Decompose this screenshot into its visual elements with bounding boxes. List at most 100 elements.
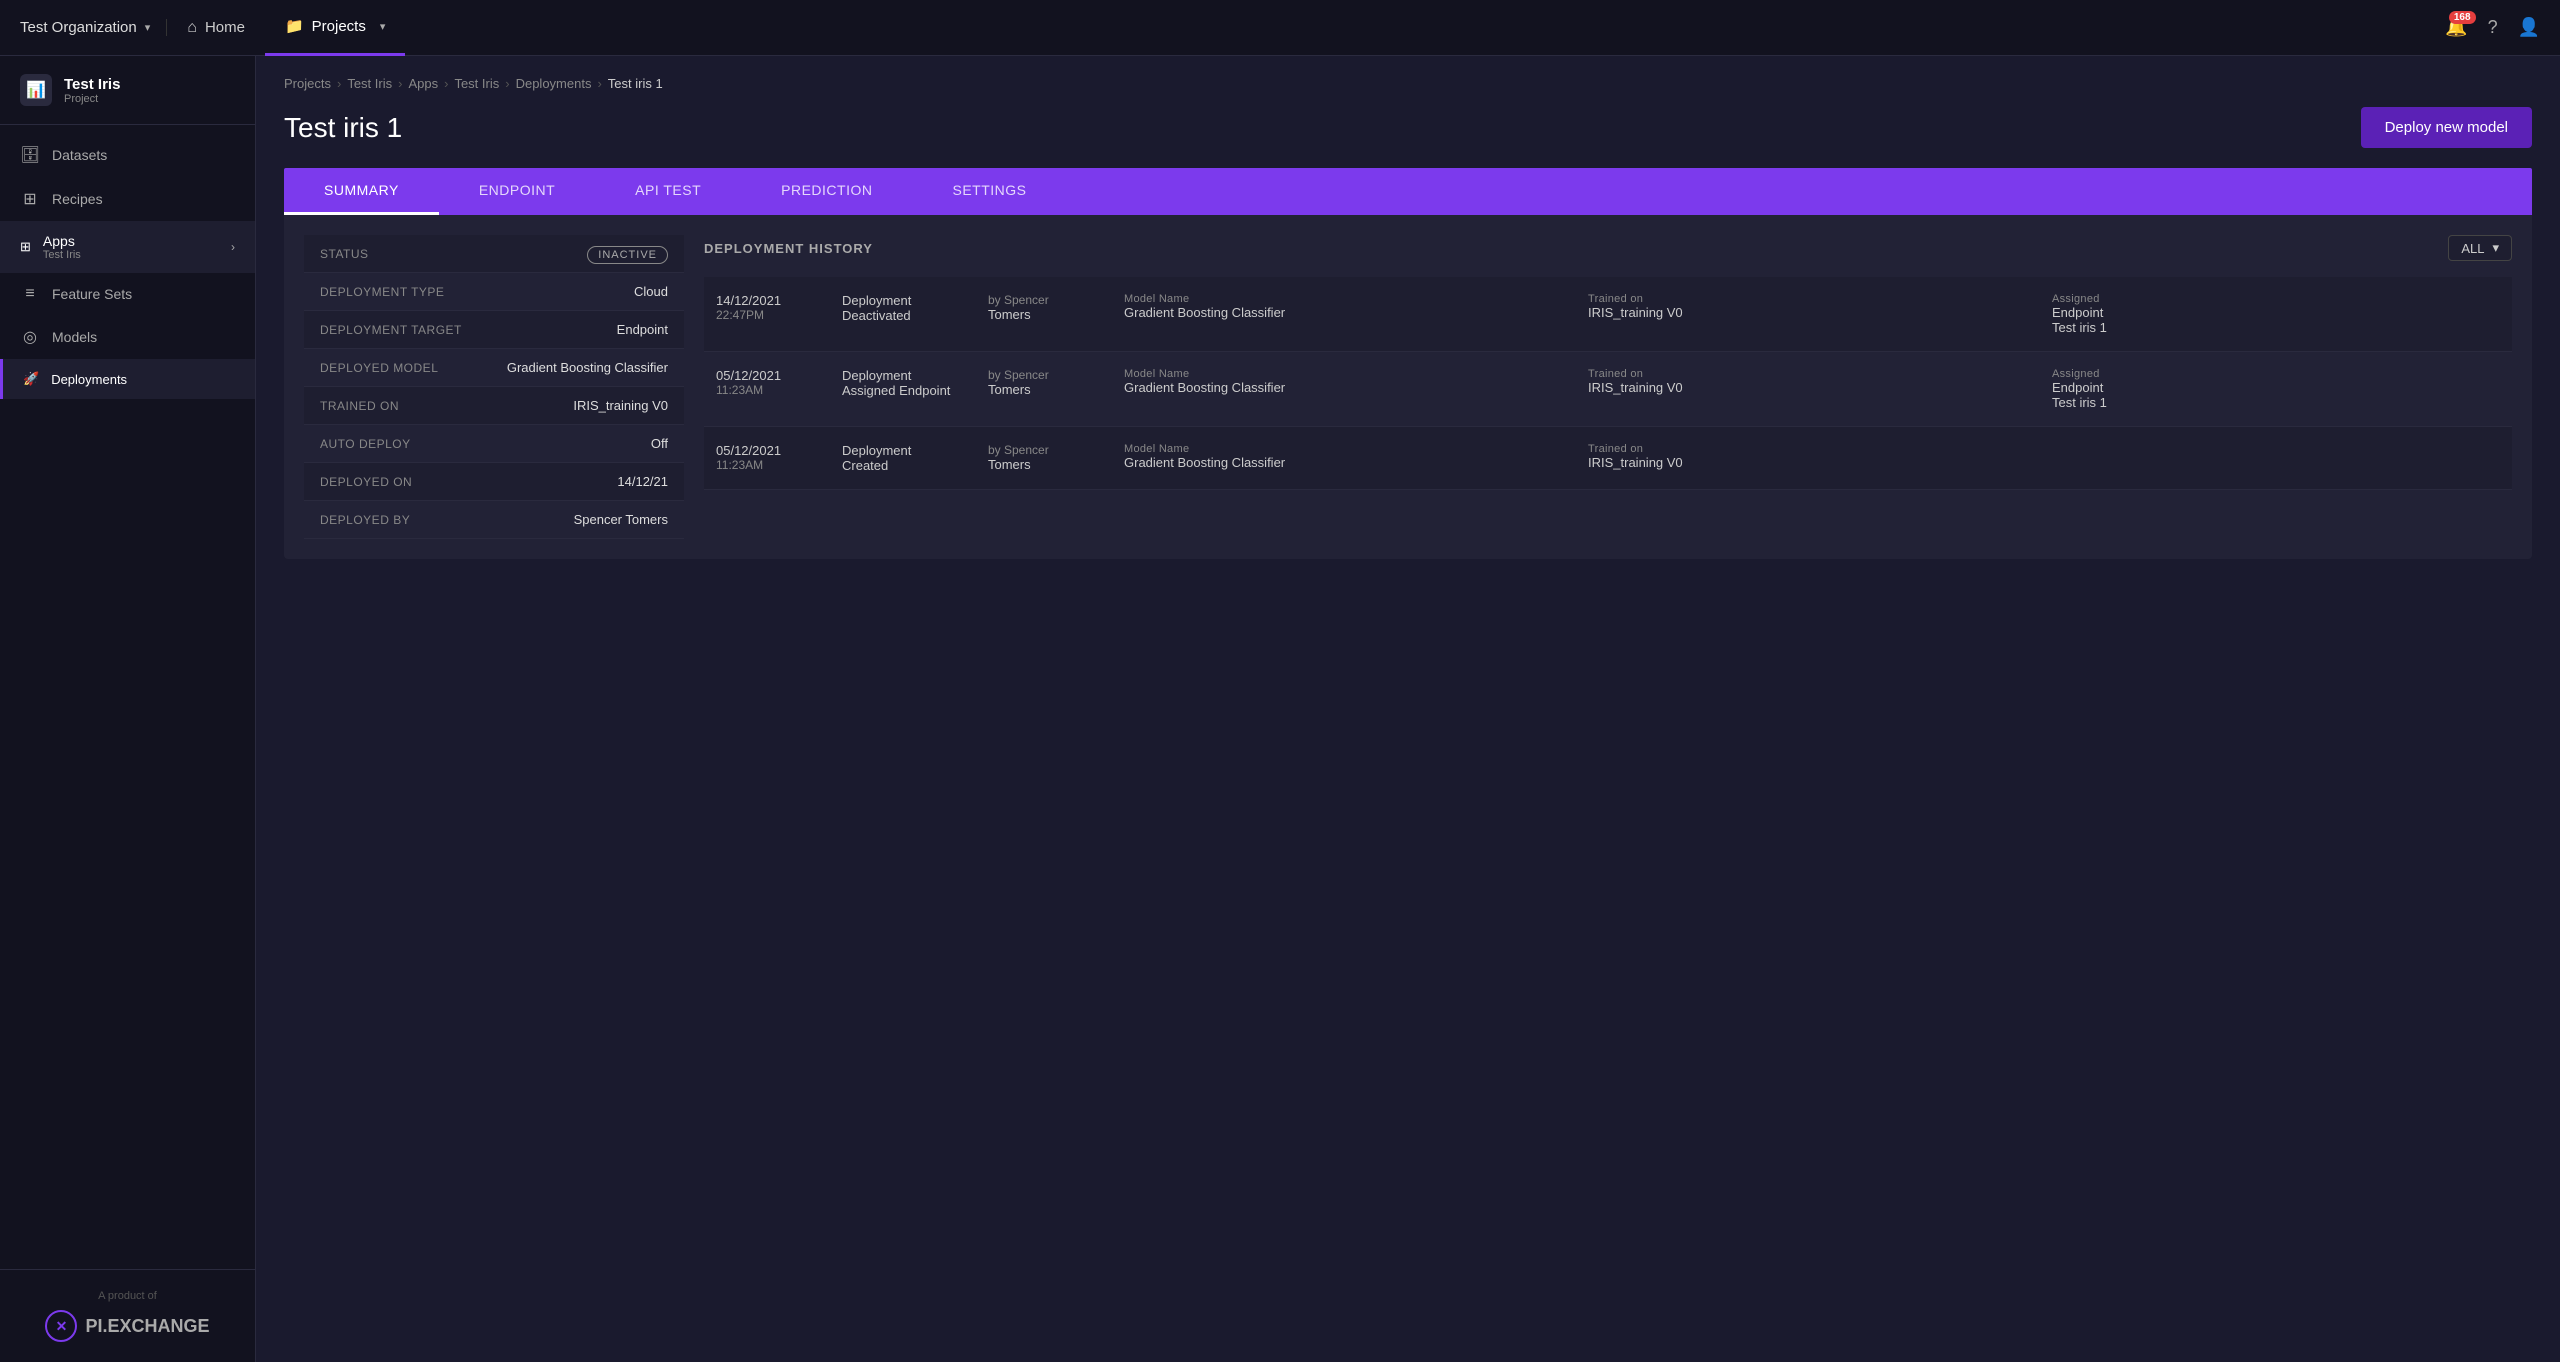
- deploy-new-model-button[interactable]: Deploy new model: [2361, 107, 2532, 148]
- sidebar-item-datasets[interactable]: 🗄 Datasets: [0, 133, 255, 177]
- project-icon: 📊: [20, 74, 52, 106]
- summary-panel: STATUS INACTIVE DEPLOYMENT TYPE Cloud DE…: [304, 235, 684, 539]
- breadcrumb-testiris2[interactable]: Test Iris: [454, 76, 499, 91]
- org-selector[interactable]: Test Organization ▾: [20, 19, 167, 36]
- history-panel: DEPLOYMENT HISTORY ALL ▾ 14/12/2021 22:4…: [704, 235, 2512, 539]
- sidebar-item-featuresets[interactable]: ≡ Feature Sets: [0, 273, 255, 315]
- history-action-text: Deployment: [842, 293, 972, 308]
- history-trained-label: Trained on: [1588, 443, 2036, 455]
- history-trained-value: IRIS_training V0: [1588, 305, 2036, 320]
- sidebar-item-models[interactable]: ◎ Models: [0, 315, 255, 359]
- history-datetime: 05/12/2021 11:23AM: [716, 443, 826, 472]
- breadcrumb-current: Test iris 1: [608, 76, 663, 91]
- summary-label: DEPLOYED ON: [320, 475, 480, 489]
- summary-value: INACTIVE: [480, 246, 668, 261]
- sidebar-nav: 🗄 Datasets ⊞ Recipes ⊞ Apps Test Iris › …: [0, 125, 255, 1269]
- breadcrumb-apps[interactable]: Apps: [408, 76, 438, 91]
- history-trained-value: IRIS_training V0: [1588, 455, 2036, 470]
- history-action-detail: Assigned Endpoint: [842, 383, 972, 398]
- breadcrumb-projects[interactable]: Projects: [284, 76, 331, 91]
- user-button[interactable]: 👤: [2518, 17, 2540, 38]
- notifications-button[interactable]: 🔔 168: [2445, 17, 2467, 38]
- summary-row: TRAINED ON IRIS_training V0: [304, 387, 684, 425]
- sidebar: 📊 Test Iris Project 🗄 Datasets ⊞ Recipes…: [0, 56, 256, 1362]
- history-assigned-label: Assigned: [2052, 368, 2500, 380]
- projects-label: Projects: [312, 18, 366, 35]
- page-title: Test iris 1: [284, 112, 402, 144]
- sidebar-item-deployments[interactable]: 🚀 Deployments: [0, 359, 255, 399]
- history-row: 05/12/2021 11:23AM Deployment Assigned E…: [704, 352, 2512, 427]
- apps-label: Apps: [43, 233, 81, 249]
- history-by-text: by Spencer: [988, 443, 1108, 457]
- summary-row: DEPLOYED BY Spencer Tomers: [304, 501, 684, 539]
- breadcrumb-testiris[interactable]: Test Iris: [347, 76, 392, 91]
- history-by-text: by Spencer: [988, 293, 1108, 307]
- history-time: 11:23AM: [716, 458, 826, 472]
- history-model: Model Name Gradient Boosting Classifier: [1124, 443, 1572, 470]
- summary-value: Spencer Tomers: [480, 512, 668, 527]
- history-assigned-label: Assigned: [2052, 293, 2500, 305]
- summary-value: IRIS_training V0: [480, 398, 668, 413]
- history-assigned-value2: Test iris 1: [2052, 320, 2500, 335]
- history-model-value: Gradient Boosting Classifier: [1124, 380, 1572, 395]
- history-by-name: Tomers: [988, 382, 1108, 397]
- history-title: DEPLOYMENT HISTORY: [704, 241, 873, 256]
- history-trained: Trained on IRIS_training V0: [1588, 443, 2036, 470]
- tabs: SUMMARY ENDPOINT API TEST PREDICTION SET…: [284, 168, 2532, 215]
- folder-icon: 📁: [285, 17, 304, 35]
- history-date: 05/12/2021: [716, 368, 826, 383]
- models-icon: ◎: [20, 327, 40, 347]
- projects-chevron-icon: ▾: [380, 20, 386, 33]
- tab-summary[interactable]: SUMMARY: [284, 168, 439, 215]
- summary-row: DEPLOYMENT TYPE Cloud: [304, 273, 684, 311]
- deployments-label: Deployments: [51, 372, 127, 387]
- history-by: by Spencer Tomers: [988, 368, 1108, 397]
- projects-nav-item[interactable]: 📁 Projects ▾: [265, 0, 405, 56]
- history-filter[interactable]: ALL ▾: [2448, 235, 2512, 261]
- history-list: 14/12/2021 22:47PM Deployment Deactivate…: [704, 277, 2512, 490]
- summary-rows: STATUS INACTIVE DEPLOYMENT TYPE Cloud DE…: [304, 235, 684, 539]
- history-model-label: Model Name: [1124, 293, 1572, 305]
- status-badge: INACTIVE: [587, 246, 668, 264]
- tab-prediction[interactable]: PREDICTION: [741, 168, 912, 215]
- tab-endpoint[interactable]: ENDPOINT: [439, 168, 595, 215]
- summary-row: DEPLOYED ON 14/12/21: [304, 463, 684, 501]
- history-by-name: Tomers: [988, 457, 1108, 472]
- history-model-label: Model Name: [1124, 368, 1572, 380]
- help-button[interactable]: ?: [2488, 17, 2498, 38]
- models-label: Models: [52, 329, 97, 345]
- recipes-icon: ⊞: [20, 189, 40, 209]
- featuresets-label: Feature Sets: [52, 286, 132, 302]
- tab-api-test[interactable]: API TEST: [595, 168, 741, 215]
- summary-value: Gradient Boosting Classifier: [480, 360, 668, 375]
- summary-value: Endpoint: [480, 322, 668, 337]
- home-icon: ⌂: [187, 19, 197, 37]
- summary-label: DEPLOYMENT TYPE: [320, 285, 480, 299]
- history-trained-label: Trained on: [1588, 293, 2036, 305]
- pi-logo-text: PI.EXCHANGE: [85, 1316, 209, 1337]
- summary-label: AUTO DEPLOY: [320, 437, 480, 451]
- history-by-name: Tomers: [988, 307, 1108, 322]
- history-by-text: by Spencer: [988, 368, 1108, 382]
- sidebar-project[interactable]: 📊 Test Iris Project: [0, 56, 255, 125]
- history-row: 14/12/2021 22:47PM Deployment Deactivate…: [704, 277, 2512, 352]
- summary-label: STATUS: [320, 247, 480, 261]
- datasets-label: Datasets: [52, 147, 107, 163]
- sep1: ›: [337, 76, 341, 91]
- history-trained-label: Trained on: [1588, 368, 2036, 380]
- summary-label: DEPLOYMENT TARGET: [320, 323, 480, 337]
- home-nav-item[interactable]: ⌂ Home: [167, 0, 265, 56]
- summary-row: STATUS INACTIVE: [304, 235, 684, 273]
- history-trained-value: IRIS_training V0: [1588, 380, 2036, 395]
- history-time: 11:23AM: [716, 383, 826, 397]
- sidebar-item-apps[interactable]: ⊞ Apps Test Iris ›: [0, 221, 255, 273]
- history-header: DEPLOYMENT HISTORY ALL ▾: [704, 235, 2512, 261]
- sidebar-item-recipes[interactable]: ⊞ Recipes: [0, 177, 255, 221]
- breadcrumb-deployments[interactable]: Deployments: [516, 76, 592, 91]
- sidebar-footer: A product of ✕ PI.EXCHANGE: [0, 1269, 255, 1362]
- history-action: Deployment Deactivated: [842, 293, 972, 323]
- history-action-text: Deployment: [842, 368, 972, 383]
- history-assigned-value2: Test iris 1: [2052, 395, 2500, 410]
- history-model: Model Name Gradient Boosting Classifier: [1124, 293, 1572, 320]
- tab-settings[interactable]: SETTINGS: [912, 168, 1066, 215]
